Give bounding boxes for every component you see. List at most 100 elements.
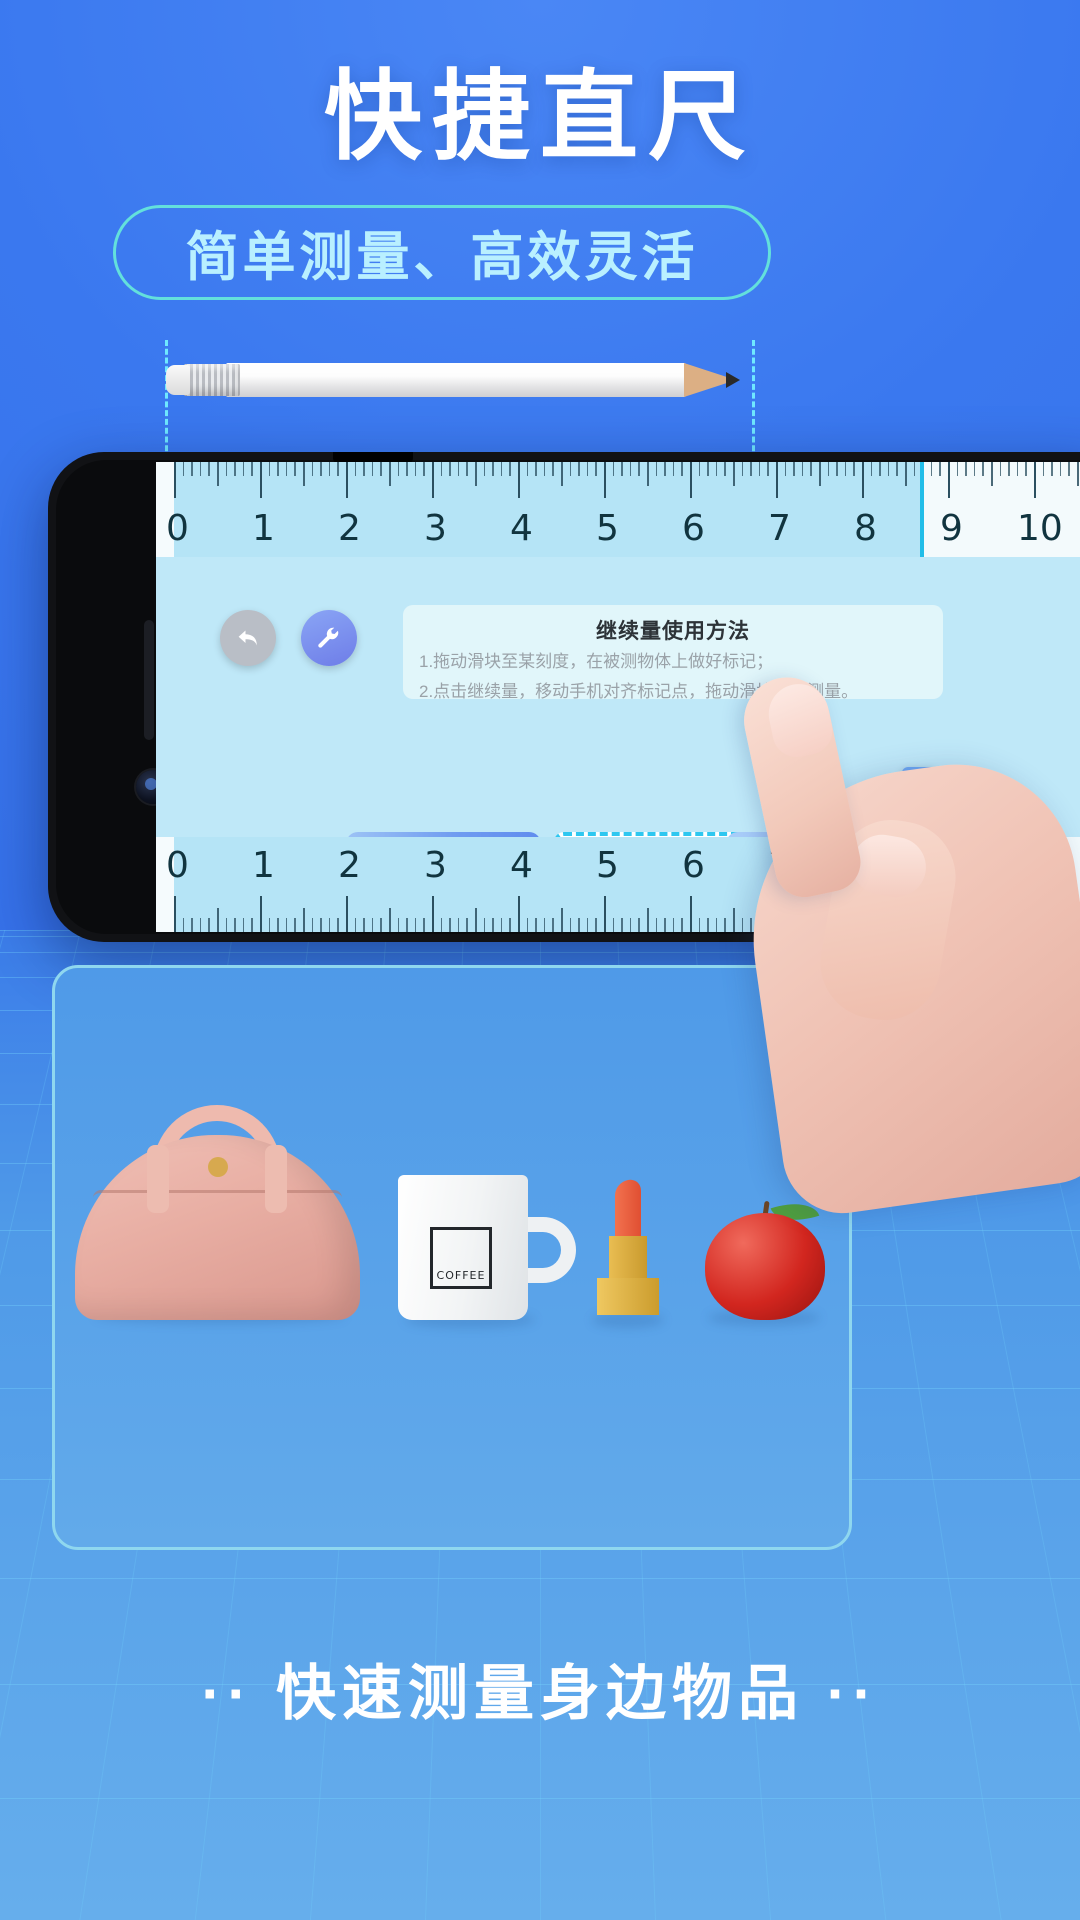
handbag-zipper-pull [208,1157,228,1177]
ruler-tick [535,918,537,932]
page-title: 快捷直尺 [323,61,756,171]
ruler-tick [277,462,279,476]
product-lipstick [593,1177,661,1315]
ruler-tick [500,918,503,932]
ruler-number: 2 [338,845,361,886]
ruler-tick [879,462,881,476]
ruler-number: 6 [682,508,705,549]
lipstick-base [597,1278,659,1315]
ruler-tick [612,462,615,476]
ruler-tick [621,918,623,932]
ruler-tick [500,462,503,476]
ruler-tick [182,462,185,476]
ruler-tick [509,918,511,932]
ruler-tick [518,896,520,932]
ruler-tick [621,462,623,476]
ruler-tick [664,462,666,476]
ruler-tick [672,918,675,932]
ruler-tick [690,462,692,498]
ruler-tick [724,462,726,476]
ruler-tick [518,462,520,498]
ruler-number: 10 [1017,508,1063,549]
lipstick-bullet [615,1177,641,1245]
ruler-tick [552,462,554,476]
phone-speaker [144,620,154,740]
ruler-tick [586,918,589,932]
ruler-tick [535,462,537,476]
ruler-tick [466,462,468,476]
ruler-tick [380,918,382,932]
ruler-tick [612,918,615,932]
ruler-tick [371,462,374,476]
hand-illustration [700,640,1080,1221]
ruler-tick [586,462,589,476]
white-pencil [166,363,754,397]
ruler-tick [432,462,434,498]
ruler-tick [647,462,649,486]
ruler-tick [466,918,468,932]
ruler-tick [655,462,658,476]
ruler-tick [397,918,400,932]
ruler-tick [810,462,812,476]
ruler-number: 8 [854,508,877,549]
ruler-tick [1077,462,1079,486]
ruler-tick [690,896,692,932]
ruler-tick [1034,462,1036,498]
ruler-tick [664,918,666,932]
handbag-tab-left [147,1145,169,1213]
ruler-tick [260,896,262,932]
tool-button[interactable] [301,610,357,666]
ruler-tick [217,908,219,932]
ruler-tick [1042,462,1045,476]
ruler-number: 1 [252,845,275,886]
ruler-tick [182,918,185,932]
back-button[interactable] [220,610,276,666]
ruler-tick [982,462,984,476]
ruler-number: 7 [768,508,791,549]
ruler-tick [956,462,959,476]
ruler-tick [440,462,443,476]
ruler-tick [844,462,847,476]
ruler-tick [285,918,288,932]
ruler-tick [492,462,494,476]
ruler-number: 4 [510,845,533,886]
ruler-tick [492,918,494,932]
ruler-tick [449,462,451,476]
ruler-number: 2 [338,508,361,549]
ruler-tick [174,462,176,498]
ruler-tick [260,462,262,498]
ruler-tick [767,462,769,476]
ruler-ticks-top [174,462,1080,508]
ruler-tick [604,896,606,932]
ruler-tick [440,918,443,932]
ruler-tick [629,462,632,476]
ruler-tick [457,918,460,932]
ruler-tick [199,918,202,932]
ruler-tick [303,908,305,932]
ruler-tick [681,918,683,932]
ruler-tick [389,462,391,486]
ruler-tick [1025,462,1027,476]
ruler-tick [913,462,916,476]
footer-caption: ·· 快速测量身边物品 ·· [201,1660,879,1727]
ruler-tick [819,462,821,486]
ruler-tick [948,462,950,498]
ruler-tick [354,918,357,932]
ruler-tick [793,462,795,476]
ruler-tick [320,462,322,476]
ruler-tick [681,462,683,476]
ruler-tick [733,462,735,486]
ruler-tick [647,908,649,932]
product-coffee-mug: COFFEE [398,1175,583,1320]
mug-label-text: COFFEE [436,1269,486,1282]
ruler-tick [346,462,348,498]
ruler-tick [337,462,339,476]
ruler-tick [509,462,511,476]
ruler-tick [750,462,752,476]
ruler-top[interactable]: 0 1 2 3 4 5 6 7 8 9 10 [156,462,1080,557]
pencil-eraser [166,365,190,395]
ruler-tick [277,918,279,932]
ruler-tick [320,918,322,932]
ruler-tick [251,462,253,476]
pencil-body [226,363,686,397]
